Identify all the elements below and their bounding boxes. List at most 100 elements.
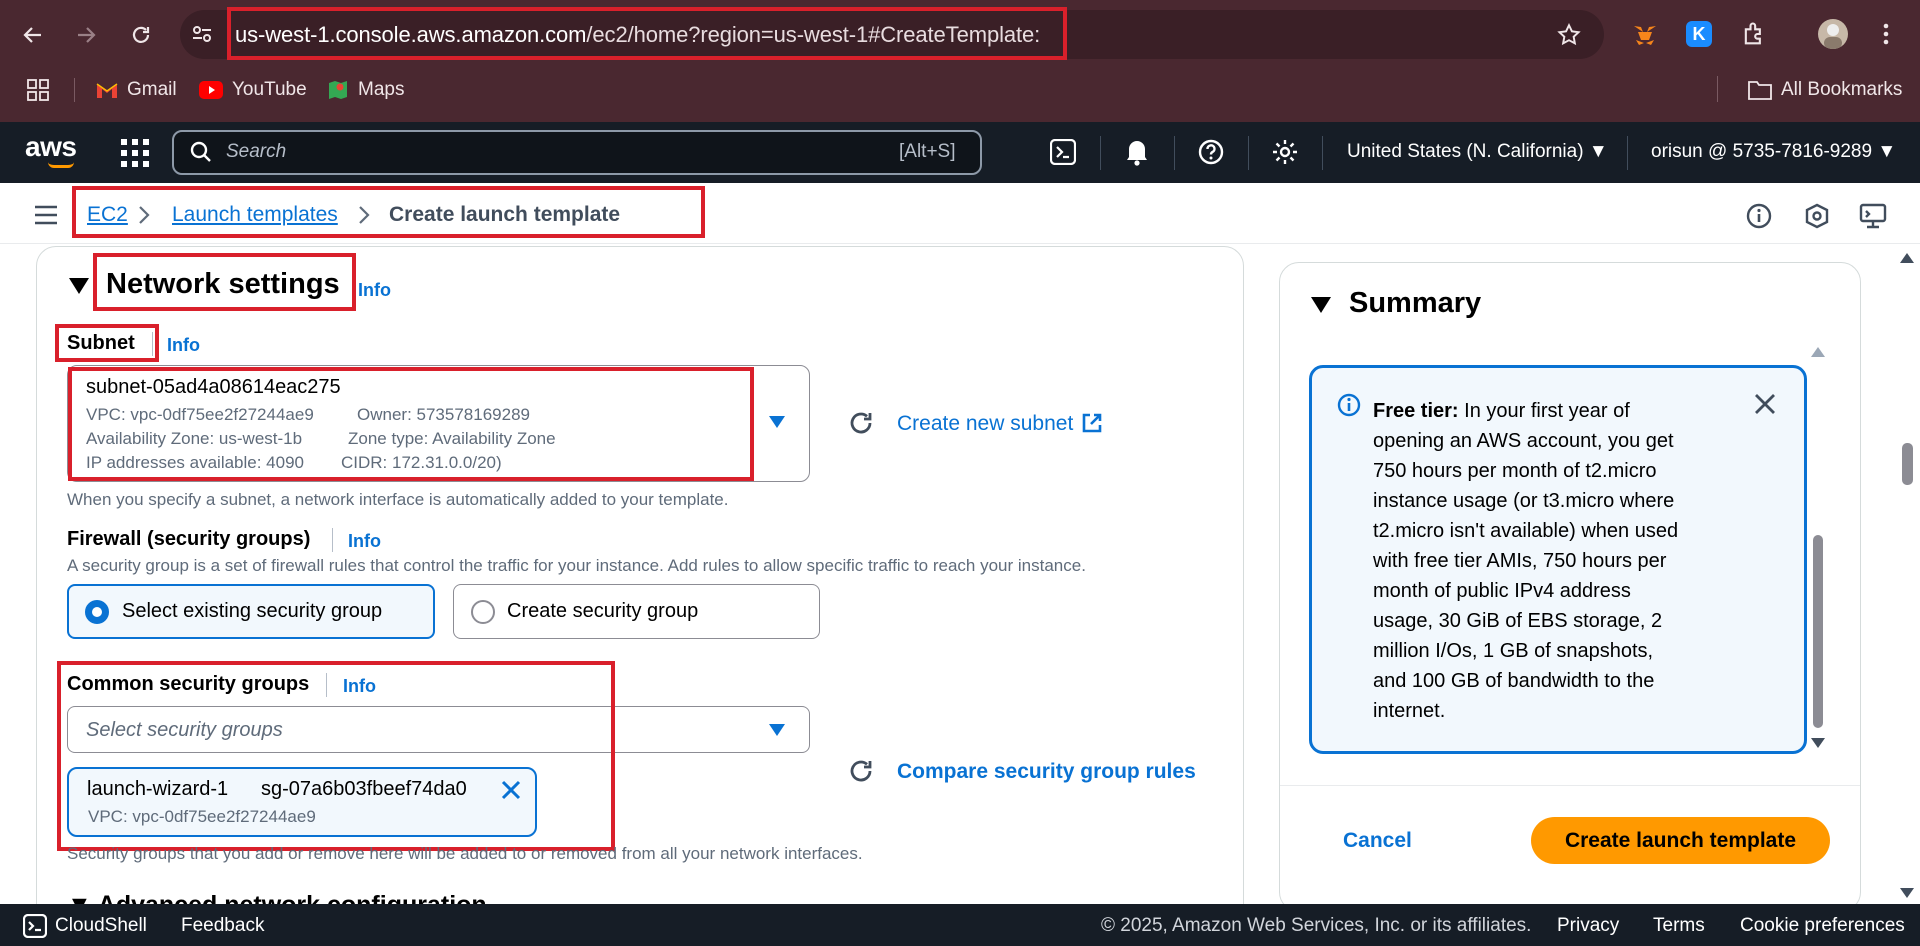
- notifications-bell-icon[interactable]: [1124, 138, 1150, 166]
- account-menu[interactable]: orisun @ 5735-7816-9289 ▼: [1651, 141, 1896, 163]
- footer-terms-link[interactable]: Terms: [1653, 915, 1705, 937]
- collapse-caret-icon[interactable]: [69, 278, 89, 294]
- bookmark-label: Gmail: [127, 79, 177, 100]
- remove-token-icon[interactable]: [500, 779, 522, 801]
- aws-logo[interactable]: aws: [25, 131, 77, 163]
- network-info-link[interactable]: Info: [358, 280, 391, 301]
- common-sg-label: Common security groups: [67, 673, 310, 695]
- free-tier-line: million I/Os, 1 GB of snapshots,: [1373, 640, 1654, 662]
- caret-down-icon: ▼: [1877, 141, 1897, 162]
- extensions-icon[interactable]: [1740, 20, 1768, 48]
- subnet-id: subnet-05ad4a08614eac275: [86, 376, 341, 398]
- url-text[interactable]: us-west-1.console.aws.amazon.com/ec2/hom…: [235, 22, 1040, 48]
- summary-title: Summary: [1349, 287, 1482, 319]
- nav-divider: [1627, 136, 1628, 170]
- monitor-feedback-icon[interactable]: [1859, 203, 1887, 229]
- bookmark-star-icon[interactable]: [1556, 22, 1582, 48]
- bookmark-maps[interactable]: Maps: [327, 78, 404, 102]
- aws-logo-smile: [48, 162, 74, 168]
- reload-icon[interactable]: [123, 17, 159, 53]
- dropdown-caret-icon: [769, 724, 785, 736]
- cloudshell-icon[interactable]: [1050, 139, 1076, 165]
- breadcrumb-current: Create launch template: [389, 203, 621, 226]
- site-info-icon[interactable]: [190, 22, 214, 46]
- maps-icon: [329, 81, 347, 99]
- scroll-down-arrow-icon[interactable]: [1811, 738, 1825, 748]
- collapse-caret-icon[interactable]: [1311, 297, 1331, 313]
- summary-scrollbar-thumb[interactable]: [1813, 535, 1823, 728]
- radio-unselected[interactable]: [471, 600, 495, 624]
- metamask-extension-icon[interactable]: [1630, 20, 1660, 50]
- scroll-up-arrow-icon[interactable]: [1811, 347, 1825, 357]
- free-tier-line: usage, 30 GiB of EBS storage, 2: [1373, 610, 1663, 632]
- nav-divider: [1100, 136, 1101, 170]
- free-tier-line: with free tier AMIs, 750 hours per: [1373, 550, 1667, 572]
- info-circle-icon[interactable]: [1746, 203, 1772, 229]
- forward-icon[interactable]: [68, 17, 104, 53]
- info-circle-icon: [1337, 393, 1361, 417]
- refresh-sg-icon[interactable]: [848, 758, 874, 784]
- chrome-menu-icon[interactable]: [1880, 20, 1892, 48]
- label-divider: [326, 673, 327, 697]
- firewall-info-link[interactable]: Info: [348, 531, 381, 552]
- compare-sg-rules-link[interactable]: Compare security group rules: [897, 760, 1196, 784]
- subnet-ips: IP addresses available: 4090: [86, 453, 305, 472]
- firewall-description: A security group is a set of firewall ru…: [67, 556, 1086, 575]
- breadcrumb-ec2[interactable]: EC2: [87, 203, 128, 227]
- back-icon[interactable]: [15, 17, 51, 53]
- summary-divider: [1280, 785, 1860, 786]
- create-launch-template-button[interactable]: Create launch template: [1531, 817, 1830, 864]
- apps-grid-icon[interactable]: [27, 79, 49, 101]
- region-selector[interactable]: United States (N. California) ▼: [1347, 141, 1608, 163]
- folder-icon: [1748, 81, 1772, 100]
- firewall-label: Firewall (security groups): [67, 528, 311, 550]
- search-icon: [189, 140, 213, 164]
- page-scroll-down-icon[interactable]: [1900, 888, 1914, 898]
- create-new-subnet-link[interactable]: Create new subnet: [897, 412, 1073, 436]
- dismiss-close-icon[interactable]: [1754, 393, 1776, 415]
- all-bookmarks[interactable]: All Bookmarks: [1748, 78, 1902, 102]
- dropdown-caret-icon: [769, 416, 785, 428]
- settings-gear-icon[interactable]: [1272, 139, 1298, 165]
- search-input[interactable]: [172, 130, 982, 175]
- bookmark-gmail[interactable]: Gmail: [96, 78, 177, 102]
- refresh-subnets-icon[interactable]: [848, 410, 874, 436]
- shield-settings-icon[interactable]: [1804, 203, 1830, 229]
- sg-token-vpc: VPC: vpc-0df75ee2f27244ae9: [88, 807, 316, 826]
- footer-privacy-link[interactable]: Privacy: [1557, 915, 1619, 937]
- k-extension-icon[interactable]: K: [1686, 21, 1712, 47]
- label-divider: [332, 528, 333, 552]
- free-tier-line: instance usage (or t3.micro where: [1373, 490, 1675, 512]
- common-sg-info-link[interactable]: Info: [343, 676, 376, 697]
- subnet-az: Availability Zone: us-west-1b: [86, 429, 303, 448]
- page-scroll-up-icon[interactable]: [1900, 253, 1914, 263]
- footer-cloudshell-link[interactable]: CloudShell: [55, 915, 147, 937]
- services-grid-icon[interactable]: [121, 139, 149, 167]
- nav-divider: [1322, 136, 1323, 170]
- account-label: orisun @ 5735-7816-9289: [1651, 141, 1873, 162]
- help-icon[interactable]: [1198, 139, 1224, 165]
- breadcrumb-launch-templates[interactable]: Launch templates: [172, 203, 338, 227]
- sg-token-name: launch-wizard-1: [87, 778, 229, 800]
- subnet-zone-type: Zone type: Availability Zone: [348, 429, 556, 448]
- gmail-icon: [96, 83, 118, 98]
- profile-avatar[interactable]: [1818, 19, 1848, 49]
- create-sg-label: Create security group: [507, 600, 699, 622]
- cancel-button[interactable]: Cancel: [1343, 829, 1412, 853]
- url-host: us-west-1.console.aws.amazon.com: [235, 22, 587, 47]
- subnet-info-link[interactable]: Info: [167, 335, 200, 356]
- footer-feedback-link[interactable]: Feedback: [181, 915, 264, 937]
- page-scrollbar-thumb[interactable]: [1902, 443, 1913, 485]
- network-settings-title: Network settings: [106, 268, 340, 300]
- footer-cookie-preferences-link[interactable]: Cookie preferences: [1740, 915, 1905, 937]
- free-tier-line: In your first year of: [1464, 400, 1630, 422]
- cloudshell-icon: [23, 914, 47, 938]
- radio-selected[interactable]: [85, 600, 109, 624]
- hamburger-menu-icon[interactable]: [34, 204, 58, 226]
- subnet-cidr: CIDR: 172.31.0.0/20): [341, 453, 502, 472]
- bookmark-divider: [1717, 76, 1718, 102]
- bookmark-label: Maps: [358, 79, 405, 100]
- create-subnet-label: Create new subnet: [897, 412, 1074, 435]
- bookmark-youtube[interactable]: YouTube: [199, 78, 307, 102]
- subnet-owner: Owner: 573578169289: [357, 405, 530, 424]
